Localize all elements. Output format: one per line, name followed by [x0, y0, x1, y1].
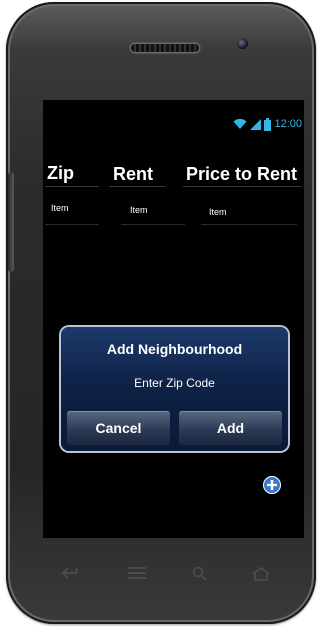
menu-icon[interactable]	[128, 566, 146, 580]
add-neighbourhood-fab[interactable]	[263, 476, 281, 494]
status-time: 12:00	[274, 118, 302, 130]
header-divider	[109, 186, 165, 187]
hardware-nav-bar	[6, 558, 316, 588]
cell-zip-item[interactable]: Item	[51, 203, 69, 213]
battery-icon	[264, 117, 272, 131]
add-button[interactable]: Add	[179, 411, 282, 445]
plus-circle-icon	[263, 476, 281, 494]
earpiece-speaker	[131, 44, 199, 52]
wifi-icon	[233, 118, 247, 130]
device-screen: 12:00 Zip Rent Price to Rent Item Item I…	[43, 100, 304, 538]
cancel-button[interactable]: Cancel	[67, 411, 170, 445]
zip-code-prompt: Enter Zip Code	[134, 376, 215, 390]
header-divider	[183, 186, 301, 187]
header-price-to-rent: Price to Rent	[186, 164, 298, 184]
dialog-title: Add Neighbourhood	[106, 341, 243, 357]
cell-rent-item[interactable]: Item	[130, 205, 148, 215]
header-zip: Zip	[47, 163, 74, 183]
phone-device-frame: 12:00 Zip Rent Price to Rent Item Item I…	[6, 2, 316, 624]
row-divider	[121, 224, 185, 225]
row-divider	[45, 224, 99, 225]
cell-price-item[interactable]: Item	[209, 207, 227, 217]
volume-button	[8, 172, 14, 272]
search-icon[interactable]	[192, 566, 208, 582]
status-bar: 12:00	[233, 116, 302, 132]
row-divider	[201, 224, 297, 225]
signal-icon	[250, 118, 262, 130]
home-icon[interactable]	[251, 566, 271, 582]
front-camera	[237, 38, 248, 49]
back-icon[interactable]	[62, 566, 84, 580]
add-neighbourhood-dialog: Add Neighbourhood Enter Zip Code Cancel …	[61, 327, 288, 451]
header-rent: Rent	[113, 164, 153, 184]
header-divider	[45, 186, 99, 187]
